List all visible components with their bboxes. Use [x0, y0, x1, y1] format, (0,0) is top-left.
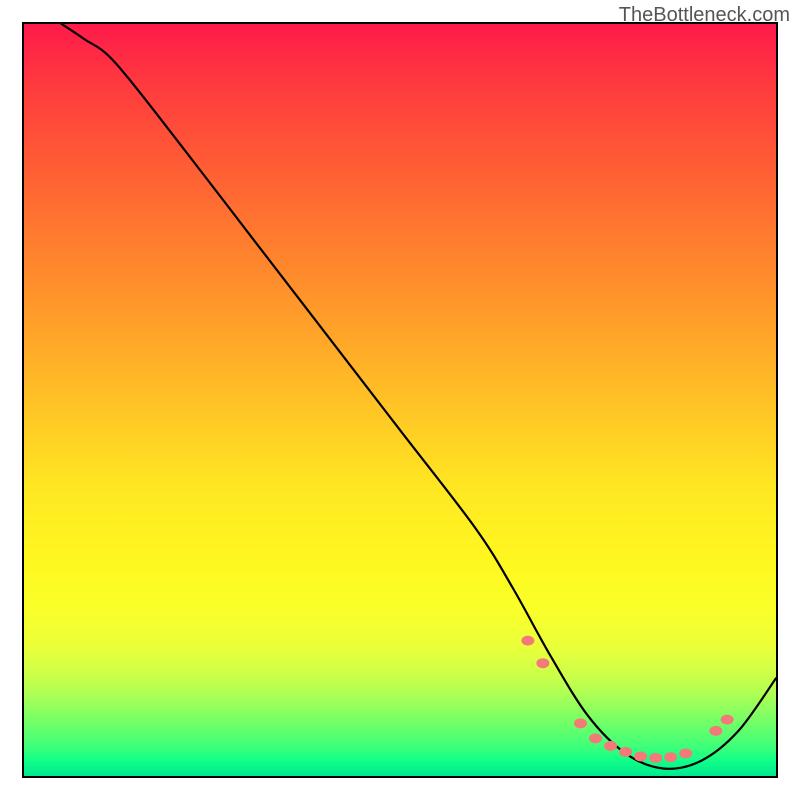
- chart-plot-area: [22, 22, 778, 778]
- highlight-dot: [536, 658, 549, 668]
- highlight-dot: [634, 751, 647, 761]
- bottleneck-curve-line: [62, 24, 776, 769]
- highlight-dot: [521, 636, 534, 646]
- highlight-dot: [721, 715, 734, 725]
- watermark-text: TheBottleneck.com: [619, 4, 790, 27]
- chart-svg: [24, 24, 776, 776]
- highlight-dot: [709, 726, 722, 736]
- highlight-dot: [679, 748, 692, 758]
- highlight-dot: [649, 753, 662, 763]
- highlight-dot: [589, 733, 602, 743]
- highlight-dots-group: [521, 636, 733, 763]
- highlight-dot: [664, 752, 677, 762]
- highlight-dot: [604, 741, 617, 751]
- highlight-dot: [619, 747, 632, 757]
- highlight-dot: [574, 718, 587, 728]
